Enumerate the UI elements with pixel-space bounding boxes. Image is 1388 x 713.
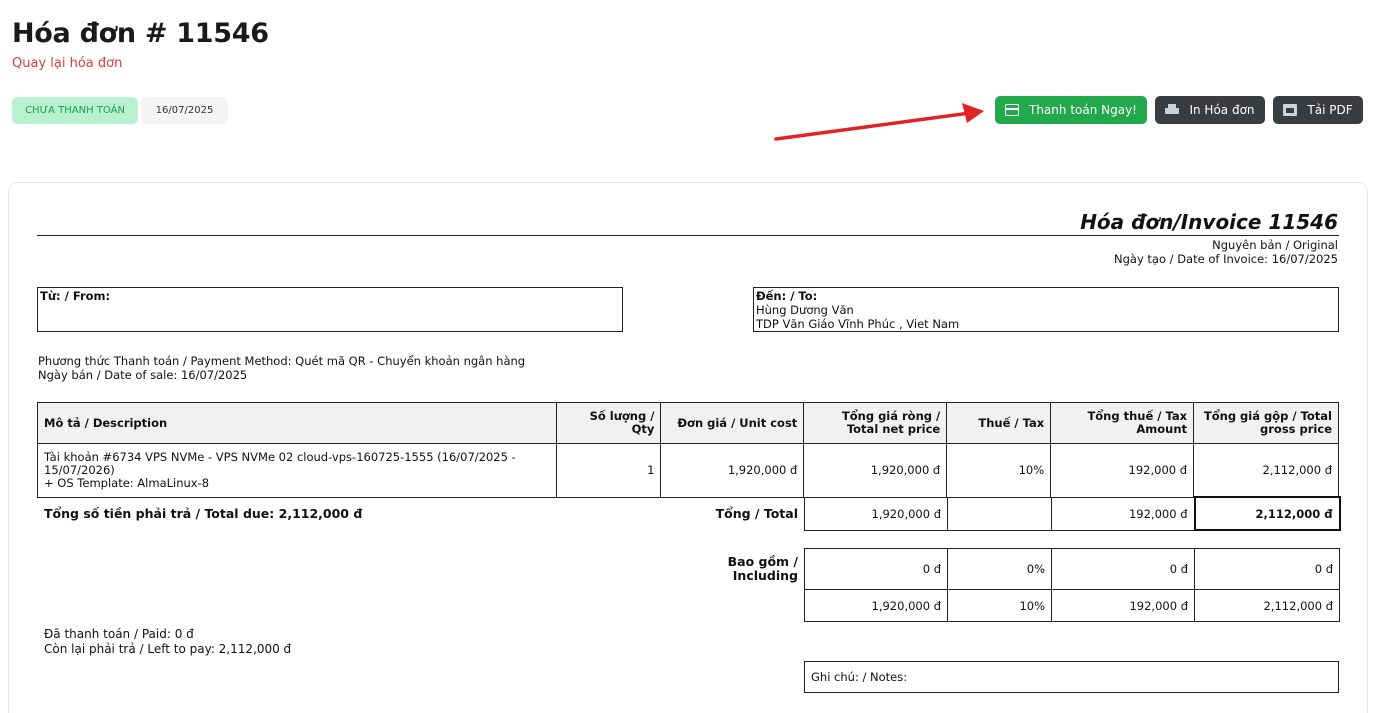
- including-tax: 0%: [947, 548, 1052, 590]
- pay-now-button[interactable]: Thanh toán Ngay!: [995, 96, 1147, 124]
- notes-label: Ghi chú: / Notes:: [811, 670, 908, 684]
- download-pdf-button[interactable]: Tải PDF: [1273, 96, 1363, 124]
- col-description: Mô tả / Description: [36, 402, 558, 444]
- including-net: 0 đ: [804, 548, 948, 590]
- red-arrow-annotation: [774, 103, 984, 141]
- including-label: Bao gồm / Including: [727, 554, 798, 583]
- print-invoice-button[interactable]: In Hóa đơn: [1155, 96, 1265, 124]
- totals-row: 1,920,000 đ 192,000 đ 2,112,000 đ: [804, 496, 1341, 531]
- including-tax: 10%: [947, 589, 1052, 622]
- total-due: Tổng số tiền phải trả / Total due: 2,112…: [44, 506, 363, 521]
- status-badge: CHƯA THANH TOÁN: [12, 97, 138, 124]
- total-net: 1,920,000 đ: [804, 496, 948, 531]
- printer-icon: [1165, 104, 1180, 116]
- col-net: Tổng giá ròng / Total net price: [803, 402, 948, 444]
- invoice-items-table: Mô tả / Description Số lượng / Qty Đơn g…: [36, 402, 1339, 498]
- col-gross: Tổng giá gộp / Total gross price: [1193, 402, 1339, 444]
- title-divider: [37, 235, 1339, 236]
- item-description-os: + OS Template: AlmaLinux-8: [44, 476, 210, 490]
- item-gross: 2,112,000 đ: [1193, 443, 1339, 498]
- invoice-title: Hóa đơn/Invoice 11546: [1080, 210, 1338, 234]
- left-to-pay: Còn lại phải trả / Left to pay: 2,112,00…: [44, 642, 292, 656]
- total-gross: 2,112,000 đ: [1193, 496, 1341, 531]
- to-label: Đến: / To:: [756, 289, 818, 303]
- pay-now-label: Thanh toán Ngay!: [1029, 103, 1137, 117]
- item-tax-amount: 192,000 đ: [1050, 443, 1195, 498]
- notes-box: Ghi chú: / Notes:: [804, 661, 1339, 693]
- download-pdf-label: Tải PDF: [1307, 103, 1353, 117]
- including-row: 0 đ 0% 0 đ 0 đ: [804, 548, 1340, 590]
- total-tax: [947, 496, 1052, 531]
- back-to-invoices-link[interactable]: Quay lại hóa đơn: [12, 56, 122, 71]
- including-row: 1,920,000 đ 10% 192,000 đ 2,112,000 đ: [804, 589, 1340, 622]
- to-box: Đến: / To: Hùng Dương Văn TDP Văn Giáo V…: [753, 287, 1339, 332]
- col-tax: Thuế / Tax: [946, 402, 1052, 444]
- totals-table: 1,920,000 đ 192,000 đ 2,112,000 đ: [804, 496, 1341, 531]
- to-name: Hùng Dương Văn: [756, 303, 854, 317]
- item-description: Tài khoản #6734 VPS NVMe - VPS NVMe 02 c…: [36, 443, 558, 498]
- page-title: Hóa đơn # 11546: [12, 18, 269, 49]
- payment-info: Phương thức Thanh toán / Payment Method:…: [38, 354, 525, 382]
- from-box: Từ: / From:: [37, 287, 623, 332]
- pdf-file-icon: [1283, 104, 1298, 116]
- including-gross: 0 đ: [1194, 548, 1340, 590]
- print-invoice-label: In Hóa đơn: [1189, 103, 1255, 117]
- payment-summary: Đã thanh toán / Paid: 0 đ Còn lại phải t…: [44, 627, 291, 657]
- invoice-original-label: Nguyên bản / Original: [1212, 238, 1338, 252]
- including-tax-amount: 192,000 đ: [1051, 589, 1195, 622]
- including-table: 0 đ 0% 0 đ 0 đ 1,920,000 đ 10% 192,000 đ…: [804, 548, 1340, 622]
- item-net: 1,920,000 đ: [803, 443, 948, 498]
- date-of-sale: Ngày bán / Date of sale: 16/07/2025: [38, 368, 248, 382]
- including-tax-amount: 0 đ: [1051, 548, 1195, 590]
- paid-amount: Đã thanh toán / Paid: 0 đ: [44, 627, 194, 641]
- total-tax-amount: 192,000 đ: [1051, 496, 1195, 531]
- credit-card-icon: [1005, 104, 1019, 116]
- table-row: Tài khoản #6734 VPS NVMe - VPS NVMe 02 c…: [36, 443, 1339, 498]
- including-net: 1,920,000 đ: [804, 589, 948, 622]
- col-tax-amount: Tổng thuế / Tax Amount: [1050, 402, 1195, 444]
- item-qty: 1: [556, 443, 662, 498]
- to-address: TDP Văn Giáo Vĩnh Phúc , Viet Nam: [756, 317, 960, 331]
- payment-method: Phương thức Thanh toán / Payment Method:…: [38, 354, 526, 368]
- item-description-main: Tài khoản #6734 VPS NVMe - VPS NVMe 02 c…: [44, 450, 516, 477]
- including-gross: 2,112,000 đ: [1194, 589, 1340, 622]
- date-badge: 16/07/2025: [141, 97, 228, 124]
- invoice-date: Ngày tạo / Date of Invoice: 16/07/2025: [1114, 252, 1338, 266]
- total-label: Tổng / Total: [715, 506, 798, 521]
- col-unit-cost: Đơn giá / Unit cost: [660, 402, 805, 444]
- from-label: Từ: / From:: [40, 289, 111, 303]
- col-qty: Số lượng / Qty: [556, 402, 662, 444]
- table-header-row: Mô tả / Description Số lượng / Qty Đơn g…: [36, 402, 1339, 444]
- item-unit-cost: 1,920,000 đ: [660, 443, 805, 498]
- item-tax: 10%: [946, 443, 1052, 498]
